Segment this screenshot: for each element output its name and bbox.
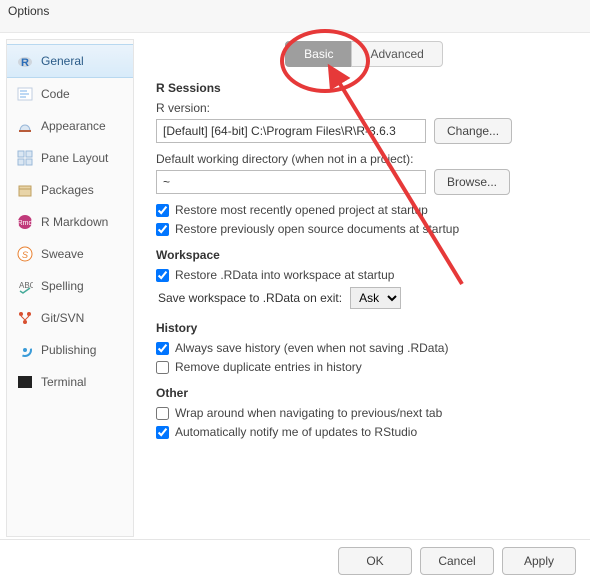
restore-rdata-input[interactable] xyxy=(156,269,169,282)
sidebar-item-label: Publishing xyxy=(41,343,96,357)
r-version-input[interactable] xyxy=(156,119,426,143)
publishing-icon xyxy=(17,342,33,358)
auto-notify-label: Automatically notify me of updates to RS… xyxy=(175,425,417,439)
wrap-tabs-label: Wrap around when navigating to previous/… xyxy=(175,406,442,420)
restore-rdata-checkbox[interactable]: Restore .RData into workspace at startup xyxy=(156,268,572,282)
save-workspace-label: Save workspace to .RData on exit: xyxy=(158,291,342,305)
r-logo-icon: R xyxy=(17,53,33,69)
change-button[interactable]: Change... xyxy=(434,118,512,144)
working-directory-input[interactable] xyxy=(156,170,426,194)
sidebar-item-pane-layout[interactable]: Pane Layout xyxy=(7,142,133,174)
sidebar-item-label: Packages xyxy=(41,183,94,197)
restore-project-label: Restore most recently opened project at … xyxy=(175,203,428,217)
section-workspace: Workspace xyxy=(156,248,572,262)
svg-text:R: R xyxy=(21,57,29,69)
restore-docs-checkbox[interactable]: Restore previously open source documents… xyxy=(156,222,572,236)
svg-text:Rmd: Rmd xyxy=(18,220,33,227)
sidebar-item-general[interactable]: R General xyxy=(7,44,133,78)
main-panel: Basic Advanced R Sessions R version: Cha… xyxy=(134,33,590,543)
layout-icon xyxy=(17,150,33,166)
ok-button[interactable]: OK xyxy=(338,547,412,575)
restore-docs-label: Restore previously open source documents… xyxy=(175,222,459,236)
section-other: Other xyxy=(156,386,572,400)
tab-bar: Basic Advanced xyxy=(156,41,572,67)
sidebar-item-packages[interactable]: Packages xyxy=(7,174,133,206)
tab-advanced[interactable]: Advanced xyxy=(351,41,442,67)
svg-text:ABC: ABC xyxy=(19,281,33,290)
auto-notify-checkbox[interactable]: Automatically notify me of updates to RS… xyxy=(156,425,572,439)
sidebar-item-terminal[interactable]: Terminal xyxy=(7,366,133,398)
cancel-button[interactable]: Cancel xyxy=(420,547,494,575)
remove-duplicate-input[interactable] xyxy=(156,361,169,374)
remove-duplicate-checkbox[interactable]: Remove duplicate entries in history xyxy=(156,360,572,374)
section-r-sessions: R Sessions xyxy=(156,81,572,95)
restore-docs-input[interactable] xyxy=(156,223,169,236)
working-directory-label: Default working directory (when not in a… xyxy=(156,152,572,166)
spelling-icon: ABC xyxy=(17,278,33,294)
appearance-icon xyxy=(17,118,33,134)
code-icon xyxy=(17,86,33,102)
terminal-icon xyxy=(17,374,33,390)
always-save-history-checkbox[interactable]: Always save history (even when not savin… xyxy=(156,341,572,355)
sidebar-item-code[interactable]: Code xyxy=(7,78,133,110)
dialog-title: Options xyxy=(0,0,590,33)
sidebar: R General Code Appearance Pane Layout Pa… xyxy=(6,39,134,537)
sidebar-item-label: Appearance xyxy=(41,119,106,133)
dialog-body: R General Code Appearance Pane Layout Pa… xyxy=(0,33,590,543)
sidebar-item-label: Git/SVN xyxy=(41,311,84,325)
sidebar-item-label: General xyxy=(41,54,84,68)
restore-project-input[interactable] xyxy=(156,204,169,217)
sidebar-item-publishing[interactable]: Publishing xyxy=(7,334,133,366)
svg-text:S: S xyxy=(22,250,28,260)
section-history: History xyxy=(156,321,572,335)
sidebar-item-rmarkdown[interactable]: Rmd R Markdown xyxy=(7,206,133,238)
always-save-history-input[interactable] xyxy=(156,342,169,355)
sidebar-item-label: Code xyxy=(41,87,70,101)
sidebar-item-label: R Markdown xyxy=(41,215,108,229)
always-save-history-label: Always save history (even when not savin… xyxy=(175,341,448,355)
restore-rdata-label: Restore .RData into workspace at startup xyxy=(175,268,394,282)
apply-button[interactable]: Apply xyxy=(502,547,576,575)
restore-project-checkbox[interactable]: Restore most recently opened project at … xyxy=(156,203,572,217)
options-dialog: Options R General Code Appearance Pane L… xyxy=(0,0,590,582)
sidebar-item-label: Sweave xyxy=(41,247,84,261)
wrap-tabs-checkbox[interactable]: Wrap around when navigating to previous/… xyxy=(156,406,572,420)
wrap-tabs-input[interactable] xyxy=(156,407,169,420)
rmarkdown-icon: Rmd xyxy=(17,214,33,230)
remove-duplicate-label: Remove duplicate entries in history xyxy=(175,360,362,374)
sidebar-item-sweave[interactable]: S Sweave xyxy=(7,238,133,270)
sweave-icon: S xyxy=(17,246,33,262)
git-icon xyxy=(17,310,33,326)
tab-basic[interactable]: Basic xyxy=(285,41,352,67)
sidebar-item-gitsvn[interactable]: Git/SVN xyxy=(7,302,133,334)
r-version-label: R version: xyxy=(156,101,572,115)
sidebar-item-label: Terminal xyxy=(41,375,86,389)
package-icon xyxy=(17,182,33,198)
save-workspace-select[interactable]: Ask xyxy=(350,287,401,309)
sidebar-item-appearance[interactable]: Appearance xyxy=(7,110,133,142)
dialog-footer: OK Cancel Apply xyxy=(0,539,590,582)
sidebar-item-spelling[interactable]: ABC Spelling xyxy=(7,270,133,302)
sidebar-item-label: Pane Layout xyxy=(41,151,108,165)
sidebar-item-label: Spelling xyxy=(41,279,84,293)
auto-notify-input[interactable] xyxy=(156,426,169,439)
browse-button[interactable]: Browse... xyxy=(434,169,510,195)
